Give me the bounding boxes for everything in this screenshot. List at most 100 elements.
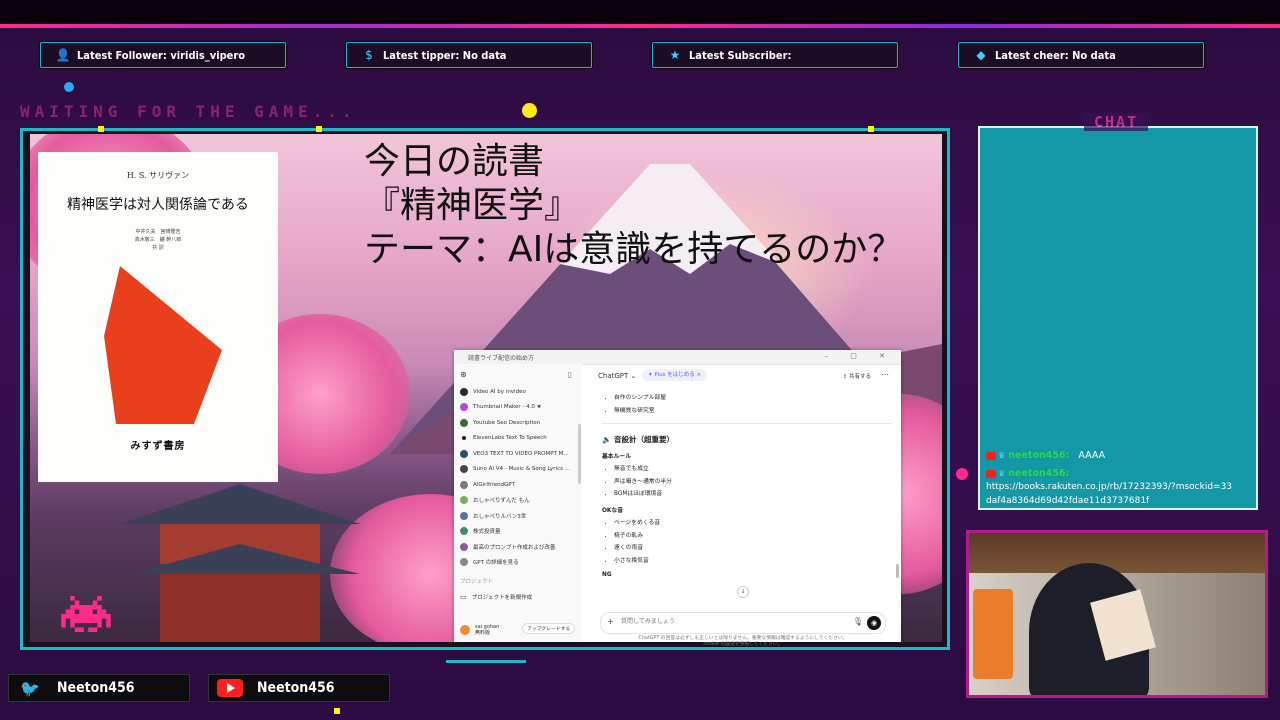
new-project-button[interactable]: ▭ プロジェクトを新規作成 xyxy=(454,589,582,605)
folder-plus-icon: ▭ xyxy=(460,592,467,601)
upgrade-button[interactable]: アップグレードする xyxy=(522,623,576,634)
decor-dot xyxy=(868,126,874,132)
sidebar-item[interactable]: Video AI by invideo xyxy=(454,384,582,400)
window-titlebar: 読書ライブ配信の始め方 – ▢ ✕ xyxy=(454,350,901,365)
twitter-bar: 🐦 Neeton456 xyxy=(8,674,190,702)
neon-strip xyxy=(0,24,1280,28)
new-project-label: プロジェクトを新規作成 xyxy=(471,594,533,601)
space-invader-icon xyxy=(61,596,111,632)
more-options-icon[interactable]: ⋯ xyxy=(881,370,889,379)
diamond-icon: ◆ xyxy=(976,48,986,62)
chatgpt-sidebar: ⊛ ▯ Video AI by invideo Thumbnail Maker … xyxy=(454,364,582,642)
sidebar-item-label: AIGirlfriendGPT xyxy=(473,481,515,488)
top-bar xyxy=(0,0,1280,26)
sidebar-item[interactable]: VEO3 TEXT TO VIDEO PROMPT M... xyxy=(454,446,582,462)
chat-scrollbar[interactable] xyxy=(896,564,899,578)
youtube-badge-icon xyxy=(986,469,996,478)
gpt-avatar-icon xyxy=(462,436,466,441)
window-title: 読書ライブ配信の始め方 xyxy=(468,355,535,362)
gpt-avatar-icon xyxy=(460,449,468,458)
latest-cheer-box: ◆ Latest cheer: No data xyxy=(958,42,1204,68)
message-input[interactable] xyxy=(619,617,823,626)
openai-logo-icon: ⊛ xyxy=(460,370,467,379)
sidebar-toggle-icon[interactable]: ▯ xyxy=(568,370,572,379)
sidebar-item[interactable]: おしゃべりずんだ もん xyxy=(454,493,582,509)
webcam-feed xyxy=(966,530,1268,698)
book-title: 精神医学は対人関係論である xyxy=(67,197,249,213)
chat-text: AAAA xyxy=(1078,450,1106,461)
sidebar-item-label: GPT の詳細を見る xyxy=(473,560,519,567)
decor-line xyxy=(446,660,526,663)
microphone-icon[interactable]: 🎙 xyxy=(853,617,863,626)
disclaimer-line-2: cookie の設定を参照してください。 xyxy=(703,642,783,647)
sidebar-item[interactable]: ElevenLabs Text To Speech xyxy=(454,431,582,447)
sidebar-item[interactable]: AIGirlfriendGPT xyxy=(454,477,582,493)
latest-tipper-box: $ Latest tipper: No data xyxy=(346,42,592,68)
decor-dot xyxy=(64,82,74,92)
avatar xyxy=(460,625,470,635)
gpt-avatar-icon xyxy=(460,542,468,551)
attach-plus-icon[interactable]: + xyxy=(607,617,614,626)
model-label: ChatGPT xyxy=(598,372,629,380)
sidebar-item-label: VEO3 TEXT TO VIDEO PROMPT M... xyxy=(473,450,569,457)
latest-tipper-label: Latest tipper: No data xyxy=(383,48,507,62)
overlay-line-3: テーマ：AIは意識を持てるのか？ xyxy=(364,229,904,270)
waiting-status: WAITING FOR THE GAME... xyxy=(20,102,357,121)
gpt-avatar-icon xyxy=(460,418,468,427)
share-button[interactable]: ⇪ 共有する xyxy=(843,372,871,380)
list-item: 声は囁き〜通常の半分 xyxy=(614,476,892,489)
chat-text: https://books.rakuten.co.jp/rb/17232393/… xyxy=(986,482,1233,506)
sidebar-item-label: ElevenLabs Text To Speech xyxy=(473,435,547,442)
sidebar-item[interactable]: おしゃべりルバン3世 xyxy=(454,508,582,524)
user-plan: 無料版 xyxy=(475,630,491,636)
decor-dot xyxy=(956,468,968,480)
list-item: 小さな換気音 xyxy=(614,555,892,568)
sidebar-item-label: Video AI by invideo xyxy=(473,388,526,395)
sidebar-item[interactable]: Suno AI V4 - Music & Song Lyrics ... xyxy=(454,462,582,478)
book-author: H. S. サリヴァン xyxy=(126,171,190,180)
sidebar-item-label: 株式投資量 xyxy=(473,529,501,536)
projects-heading: プロジェクト xyxy=(460,579,494,585)
plus-badge[interactable]: ✦ Plus をはじめる × xyxy=(642,369,708,381)
book-translators: 中井久夫 宮崎隆吉 高木敬三 鑪 幹八郎 共 訳 xyxy=(134,229,182,251)
twitter-icon: 🐦 xyxy=(20,678,40,698)
ok-list: ページをめくる音 椅子の軋み 遠くの雨音 小さな換気音 xyxy=(602,517,892,567)
latest-subscriber-box: ★ Latest Subscriber: xyxy=(652,42,898,68)
explore-gpts-icon xyxy=(460,558,468,567)
voice-mode-icon[interactable]: ◉ xyxy=(867,616,881,630)
book-publisher: みすず書房 xyxy=(130,441,186,452)
twitter-handle: Neeton456 xyxy=(57,680,135,696)
scroll-down-icon[interactable]: ↓ xyxy=(737,586,749,598)
gpt-avatar-icon xyxy=(460,527,468,536)
chat-username: neeton456: xyxy=(1008,468,1070,479)
chat-header: ChatGPT ⌄ ✦ Plus をはじめる × ⇪ 共有する ⋯ xyxy=(582,364,901,388)
share-label: 共有する xyxy=(848,374,871,380)
model-selector[interactable]: ChatGPT ⌄ xyxy=(598,372,636,380)
sidebar-item[interactable]: 株式投資量 xyxy=(454,524,582,540)
rules-list: 無音でも成立 声は囁き〜通常の半分 BGMはほぼ環境音 xyxy=(602,463,892,501)
star-icon: ★ xyxy=(669,48,681,62)
sidebar-item[interactable]: 最高のプロンプト作成および改善 xyxy=(454,539,582,555)
gpt-avatar-icon xyxy=(460,387,468,396)
overlay-line-1: 今日の読書 xyxy=(364,141,545,182)
window-controls[interactable]: – ▢ ✕ xyxy=(825,352,895,360)
decor-dot xyxy=(98,126,104,132)
sidebar-item[interactable]: Thumbnail Maker - 4.0 ★ xyxy=(454,400,582,416)
book-cover: H. S. サリヴァン 精神医学は対人関係論である 中井久夫 宮崎隆吉 高木敬三… xyxy=(38,152,278,482)
sidebar-item-label: Thumbnail Maker - 4.0 ★ xyxy=(473,404,542,411)
dollar-icon: $ xyxy=(365,48,373,62)
book-red-shape xyxy=(104,266,222,424)
sidebar-scrollbar[interactable] xyxy=(578,424,581,484)
youtube-badge-icon xyxy=(986,451,996,460)
gpt-avatar-icon xyxy=(460,496,468,505)
decor-dot xyxy=(316,126,322,132)
list-item: 自作のシンプル部屋 xyxy=(614,392,892,405)
message-composer: + 🎙 ◉ xyxy=(600,612,886,634)
user-account[interactable]: sai gohan 無料版 xyxy=(460,624,499,636)
sidebar-item[interactable]: Youtube Seo Description xyxy=(454,415,582,431)
sidebar-item-label: おしゃべりずんだ もん xyxy=(473,498,530,505)
chatgpt-window: 読書ライブ配信の始め方 – ▢ ✕ ⊛ ▯ Video AI by invide… xyxy=(454,350,901,647)
chatgpt-main: ChatGPT ⌄ ✦ Plus をはじめる × ⇪ 共有する ⋯ 自作のシンプ… xyxy=(582,364,901,647)
gpt-avatar-icon xyxy=(460,480,468,489)
sidebar-item[interactable]: GPT の詳細を見る xyxy=(454,555,582,571)
